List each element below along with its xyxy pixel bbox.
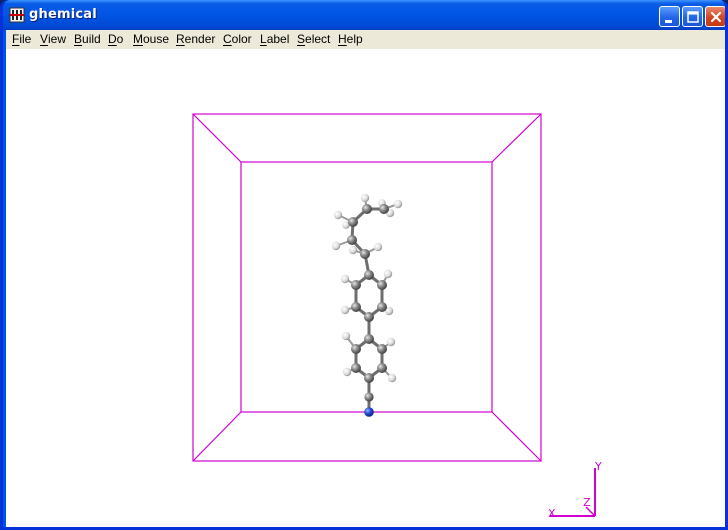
box-edge-br (491, 411, 542, 462)
close-button[interactable] (705, 6, 725, 27)
3d-viewport[interactable]: Y Z X (6, 49, 725, 527)
menu-help[interactable]: Help (338, 32, 363, 46)
axis-y-label: Y (594, 460, 602, 473)
maximize-button[interactable] (682, 6, 703, 27)
window-title: ghemical (29, 7, 97, 22)
viewport-scene: Y Z X (192, 113, 602, 520)
menu-view[interactable]: View (40, 32, 66, 46)
menu-bar: File View Build Do Mouse Render Color La… (6, 30, 725, 49)
app-window: ghemical File View Build Do Mouse Render… (0, 0, 728, 530)
box-edge-tl (192, 113, 242, 163)
axis-z-label: Z (583, 496, 591, 509)
minimize-button[interactable] (659, 6, 680, 27)
menu-label[interactable]: Label (260, 32, 289, 46)
close-icon (710, 11, 722, 23)
title-bar[interactable]: ghemical (3, 0, 725, 30)
minimize-icon (665, 20, 672, 23)
ghemical-app-icon (9, 7, 25, 23)
menu-render[interactable]: Render (176, 32, 215, 46)
box-edge-tr (491, 113, 542, 163)
box-edge-bl (192, 411, 242, 462)
maximize-icon (687, 11, 699, 23)
menu-file[interactable]: File (12, 32, 31, 46)
hydrogen-atoms (331, 193, 403, 383)
menu-build[interactable]: Build (74, 32, 101, 46)
menu-mouse[interactable]: Mouse (133, 32, 169, 46)
axis-x-label: X (548, 507, 556, 520)
menu-color[interactable]: Color (223, 32, 252, 46)
menu-select[interactable]: Select (297, 32, 330, 46)
menu-do[interactable]: Do (108, 32, 123, 46)
nitrogen-atom (364, 407, 374, 417)
